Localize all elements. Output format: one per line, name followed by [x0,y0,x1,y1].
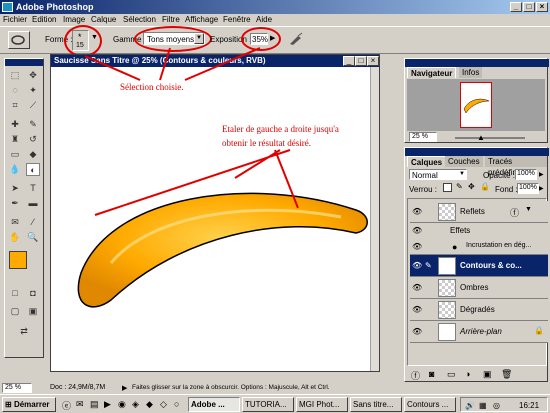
start-button[interactable]: ⊞ Démarrer [2,397,56,412]
eye-icon[interactable]: 👁 [412,327,422,337]
quicklaunch-ie-icon[interactable]: ⓔ [62,399,71,412]
layer-thumbnail [438,301,456,319]
chevron-down-icon: ▼ [459,171,465,177]
tab-calques[interactable]: Calques [407,156,447,167]
lock-label: Verrou : [409,185,438,194]
eye-icon[interactable]: 👁 [412,261,422,271]
quicklaunch-desktop-icon[interactable]: ▤ [90,399,99,410]
layer-row-reflets[interactable]: 👁 Reflets ⓕ ▼ [410,201,548,223]
tab-traces[interactable]: Tracés prédéfinis [485,156,547,177]
tab-infos[interactable]: Infos [459,67,483,78]
effects-icon[interactable]: ⓕ [510,206,519,219]
adjustment-layer-icon[interactable]: ◑ [465,369,470,379]
layer-row-contours-active[interactable]: 👁 ✎ Contours & co... [410,255,548,277]
clock: 16:21 [519,401,540,410]
layer-name: Reflets [460,207,485,216]
layer-row-ombres[interactable]: 👁 Ombres [410,277,548,299]
lock-transparency-checkbox[interactable] [443,183,452,192]
layer-thumbnail [438,279,456,297]
expand-effects-icon[interactable]: ▼ [525,206,532,213]
status-doc-size: Doc : 24,9M/8,7M [50,384,106,391]
navigator-panel: Navigateur Infos 25 % ▲ [404,58,549,143]
eye-icon[interactable]: 👁 [412,226,422,236]
layer-style-icon[interactable]: ⓕ [411,369,420,382]
layer-thumbnail [438,323,456,341]
tray-network-icon[interactable]: ▦ [479,399,487,411]
quicklaunch-mail-icon[interactable]: ✉ [76,399,84,410]
status-hint: Faites glisser sur la zone à obscurcir. … [132,384,330,391]
status-zoom[interactable]: 25 % [2,383,32,393]
lock-move-icon[interactable]: ✥ [468,182,475,191]
layer-mask-icon[interactable]: ◙ [429,369,434,379]
start-label: Démarrer [13,400,50,409]
layers-panel: Calques Couches Tracés prédéfinis Normal… [404,147,549,382]
new-layer-icon[interactable]: ▣ [483,369,492,380]
effect-name: Incrustation en dég... [466,242,532,249]
layer-thumbnail [438,203,456,221]
layer-effects-row[interactable]: 👁 Effets [410,223,548,239]
fill-label: Fond : [495,185,518,194]
tab-couches[interactable]: Couches [445,156,483,167]
navigator-thumbnail [463,98,490,114]
layer-name: Ombres [460,283,489,292]
navigator-titlebar [405,59,549,67]
brush-icon: ✎ [425,261,432,270]
layers-bottom-toolbar: ⓕ ◙ ▭ ◑ ▣ 🗑 [407,368,547,381]
quicklaunch-app4-icon[interactable]: ◇ [160,399,167,410]
effects-label: Effets [450,226,471,235]
taskbar-item-photoshop[interactable]: Adobe ... [188,397,240,412]
layer-name: Arrière-plan [460,327,502,336]
tray-app-icon[interactable]: ◎ [493,399,500,411]
layer-row-degrades[interactable]: 👁 Dégradés [410,299,548,321]
taskbar-item-tutorial[interactable]: TUTORIA... [242,397,294,412]
layers-titlebar [405,148,549,156]
taskbar-item-sans-titre[interactable]: Sans titre... [350,397,402,412]
navigator-viewbox[interactable] [460,82,492,128]
fill-input[interactable]: 100% [517,183,539,194]
blend-mode-value: Normal [412,171,438,180]
opacity-arrow-icon[interactable]: ▶ [539,171,544,178]
opacity-input[interactable]: 100% [515,169,537,180]
layer-effect-gradient-overlay[interactable]: 👁 ● Incrustation en dég... [410,239,548,255]
eye-icon[interactable]: 👁 [412,207,422,217]
instruction-annotation-line2: obtenir le résultat désiré. [222,138,311,148]
fill-arrow-icon[interactable]: ▶ [539,185,544,192]
layer-name: Dégradés [460,305,495,314]
layer-row-arriere-plan[interactable]: 👁 Arrière-plan 🔒 [410,321,548,343]
status-arrow-icon[interactable]: ▶ [122,384,127,392]
navigator-zoom-slider[interactable] [455,137,525,139]
quicklaunch-app-icon[interactable]: ◉ [118,399,126,410]
status-bar: 25 % Doc : 24,9M/8,7M ▶ Faites glisser s… [0,382,550,394]
taskbar: ⊞ Démarrer ⓔ ✉ ▤ ▶ ◉ ◈ ◆ ◇ ○ Adobe ... T… [0,394,550,413]
selection-annotation: Sélection choisie. [120,82,184,92]
system-tray: 🔊 ▦ ◎ 16:21 [460,397,548,412]
taskbar-item-contours[interactable]: Contours ... [404,397,456,412]
layer-name: Contours & co... [460,261,522,270]
layers-list: 👁 Reflets ⓕ ▼ 👁 Effets 👁 ● Incrustation … [407,198,548,366]
tray-volume-icon[interactable]: 🔊 [465,399,475,411]
layer-set-icon[interactable]: ▭ [447,369,456,380]
quicklaunch-app2-icon[interactable]: ◈ [132,399,139,410]
windows-logo-icon: ⊞ [5,400,14,409]
trash-icon[interactable]: 🗑 [501,369,512,380]
navigator-preview-area [407,79,545,131]
navigator-zoom-input[interactable]: 25 % [409,132,437,142]
eye-icon[interactable]: 👁 [412,242,422,252]
lock-paint-icon[interactable]: ✎ [456,182,463,191]
effect-icon: ● [452,242,458,252]
layer-thumbnail [438,257,456,275]
blend-mode-select[interactable]: Normal ▼ [409,169,467,180]
eye-icon[interactable]: 👁 [412,283,422,293]
quicklaunch-app5-icon[interactable]: ○ [174,399,179,409]
taskbar-item-mgi[interactable]: MGI Phot... [296,397,348,412]
instruction-annotation-line1: Etaler de gauche a droite jusqu'a [222,124,339,134]
lock-all-icon[interactable]: 🔒 [480,182,490,191]
opacity-label: Opacité : [483,171,516,180]
tab-navigateur[interactable]: Navigateur [407,67,457,78]
quicklaunch-media-icon[interactable]: ▶ [104,399,111,410]
lock-icon: 🔒 [534,326,544,335]
eye-icon[interactable]: 👁 [412,305,422,315]
quicklaunch-app3-icon[interactable]: ◆ [146,399,153,410]
zoom-slider-thumb-icon[interactable]: ▲ [477,133,485,142]
